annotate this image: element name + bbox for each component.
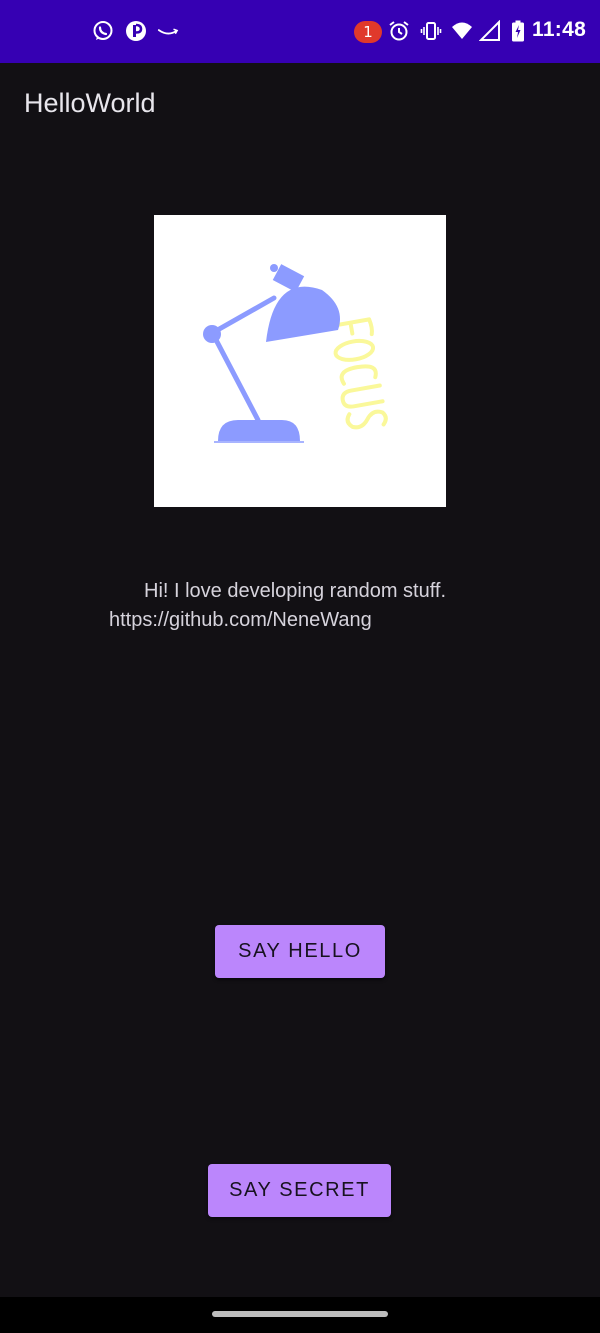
whatsapp-icon (92, 20, 114, 42)
alarm-icon (388, 20, 410, 42)
home-gesture-handle[interactable] (212, 1311, 388, 1317)
amazon-icon (157, 20, 179, 42)
github-link-text: https://github.com/NeneWang (109, 609, 372, 631)
notification-badge: 1 (354, 21, 382, 43)
vibrate-icon (420, 20, 442, 42)
battery-icon (507, 20, 529, 42)
focus-lamp-image (154, 215, 446, 507)
say-hello-button[interactable]: SAY HELLO (215, 925, 385, 978)
status-time: 11:48 (532, 18, 587, 41)
wifi-icon (451, 20, 473, 42)
say-secret-button[interactable]: SAY SECRET (208, 1164, 391, 1217)
desk-lamp-icon (203, 264, 388, 443)
app-screen: 1 11:48 HelloWorld Hi! I love developing… (0, 0, 600, 1333)
bio-text: Hi! I love developing random stuff. (144, 580, 447, 602)
status-bar: 1 11:48 (0, 0, 600, 63)
app-icon (125, 20, 147, 42)
signal-icon (479, 20, 501, 42)
app-title: HelloWorld (24, 88, 156, 118)
